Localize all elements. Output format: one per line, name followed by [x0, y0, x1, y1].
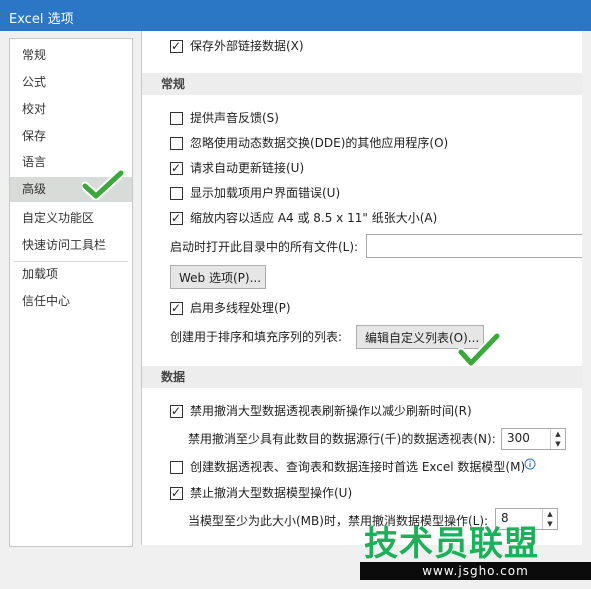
web-options-button[interactable]: Web 选项(P)...	[170, 265, 266, 289]
scrollbar[interactable]	[582, 31, 591, 545]
title-bar: Excel 选项	[0, 0, 591, 31]
checkbox[interactable]	[170, 37, 183, 55]
window-title: Excel 选项	[9, 12, 74, 27]
sidebar: 常规 公式 校对 保存 语言 高级 自定义功能区 快速访问工具栏 加载项 信任中…	[9, 38, 133, 547]
sidebar-item-proofing[interactable]: 校对	[10, 97, 132, 122]
watermark-url: www.jsgho.com	[360, 562, 591, 580]
check-mark-icon	[82, 170, 124, 200]
check-mark-icon	[458, 332, 500, 368]
section-header-data: 数据	[142, 366, 582, 388]
watermark: 技术员联盟 www.jsgho.com	[360, 516, 591, 589]
checkbox[interactable]	[170, 299, 183, 317]
checkbox[interactable]	[170, 137, 183, 150]
sidebar-item-trust-center[interactable]: 信任中心	[10, 289, 132, 314]
sidebar-item-formulas[interactable]: 公式	[10, 70, 132, 95]
checkbox[interactable]	[170, 159, 183, 177]
custom-list-label: 创建用于排序和填充序列的列表:	[170, 330, 343, 344]
checkbox[interactable]	[170, 402, 183, 420]
info-icon[interactable]	[524, 458, 536, 470]
spin-up-icon[interactable]: ▲	[550, 429, 565, 439]
sidebar-item-quick-access[interactable]: 快速访问工具栏	[10, 233, 132, 258]
options-panel: 保存外部链接数据(X) 常规 提供声音反馈(S) 忽略使用动态数据交换(DDE)…	[141, 31, 591, 545]
watermark-logo: 技术员联盟	[364, 524, 539, 564]
startup-folder-label: 启动时打开此目录中的所有文件(L):	[170, 240, 359, 254]
checkbox[interactable]	[170, 484, 183, 502]
pivot-rows-label: 禁用撤消至少具有此数目的数据源行(千)的数据透视表(N):	[188, 432, 496, 446]
sidebar-item-addins[interactable]: 加载项	[10, 262, 132, 287]
pivot-rows-stepper[interactable]: 300 ▲ ▼	[501, 428, 566, 450]
checkbox[interactable]	[170, 187, 183, 200]
spin-down-icon[interactable]: ▼	[550, 439, 565, 449]
sidebar-item-customize-ribbon[interactable]: 自定义功能区	[10, 206, 132, 231]
checkbox[interactable]	[170, 112, 183, 125]
sidebar-item-general[interactable]: 常规	[10, 43, 132, 68]
sidebar-item-save[interactable]: 保存	[10, 124, 132, 149]
section-header-general: 常规	[142, 73, 582, 95]
startup-folder-input[interactable]	[366, 234, 591, 258]
checkbox[interactable]	[170, 461, 183, 474]
checkbox[interactable]	[170, 209, 183, 227]
